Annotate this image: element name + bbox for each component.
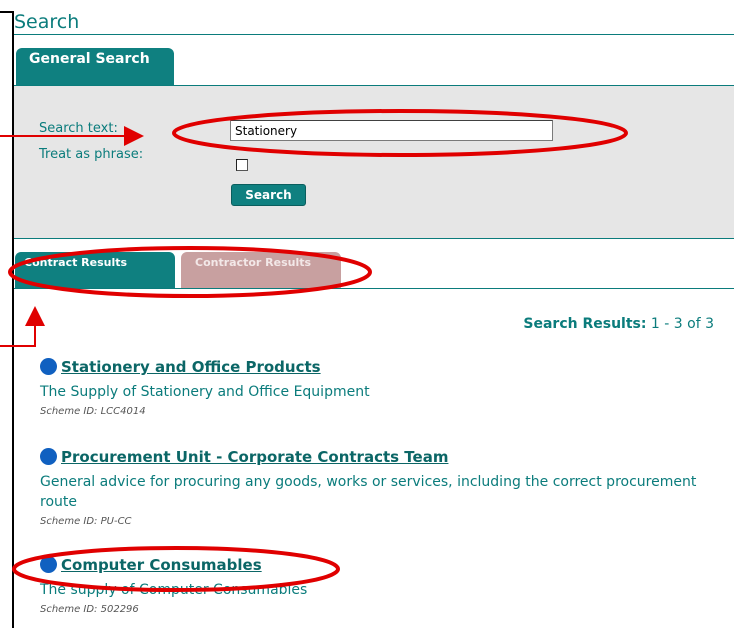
search-text-label: Search text:: [39, 121, 118, 136]
tab-general-search-label: General Search: [29, 51, 150, 67]
bullet-icon: [40, 556, 57, 573]
result-description: The supply of Computer Consumables: [40, 582, 308, 598]
result-scheme-id: Scheme ID: LCC4014: [40, 406, 146, 417]
treat-as-phrase-label: Treat as phrase:: [39, 147, 144, 162]
bullet-icon: [40, 358, 57, 375]
result-scheme-id: Scheme ID: PU-CC: [40, 516, 132, 527]
title-divider: [14, 34, 734, 35]
results-summary-range: 1 - 3 of 3: [650, 316, 714, 332]
result-item: Computer Consumables The supply of Compu…: [40, 555, 720, 615]
tab-contract-results[interactable]: Contract Results: [15, 252, 175, 289]
page-title: Search: [14, 11, 80, 33]
result-title-link[interactable]: Procurement Unit - Corporate Contracts T…: [61, 448, 448, 466]
result-item: Stationery and Office Products The Suppl…: [40, 357, 720, 417]
result-item: Procurement Unit - Corporate Contracts T…: [40, 447, 720, 527]
tab-contractor-results[interactable]: Contractor Results: [181, 252, 341, 289]
treat-as-phrase-checkbox[interactable]: [236, 159, 248, 171]
result-description: General advice for procuring any goods, …: [40, 474, 697, 510]
result-title-link[interactable]: Stationery and Office Products: [61, 358, 321, 376]
result-scheme-id: Scheme ID: 502296: [40, 604, 139, 615]
search-input[interactable]: [230, 120, 553, 141]
result-description: The Supply of Stationery and Office Equi…: [40, 384, 370, 400]
result-title-link[interactable]: Computer Consumables: [61, 556, 262, 574]
results-summary: Search Results: 1 - 3 of 3: [523, 316, 714, 332]
annotation-arrow-tabs: [0, 306, 45, 347]
search-button[interactable]: Search: [231, 184, 306, 206]
tab-general-search[interactable]: General Search: [16, 48, 174, 86]
bullet-icon: [40, 448, 57, 465]
results-summary-label: Search Results:: [523, 316, 647, 332]
tab-contract-results-label: Contract Results: [24, 256, 128, 269]
results-divider: [14, 288, 734, 289]
search-panel: [14, 86, 734, 239]
tab-contractor-results-label: Contractor Results: [195, 256, 312, 269]
